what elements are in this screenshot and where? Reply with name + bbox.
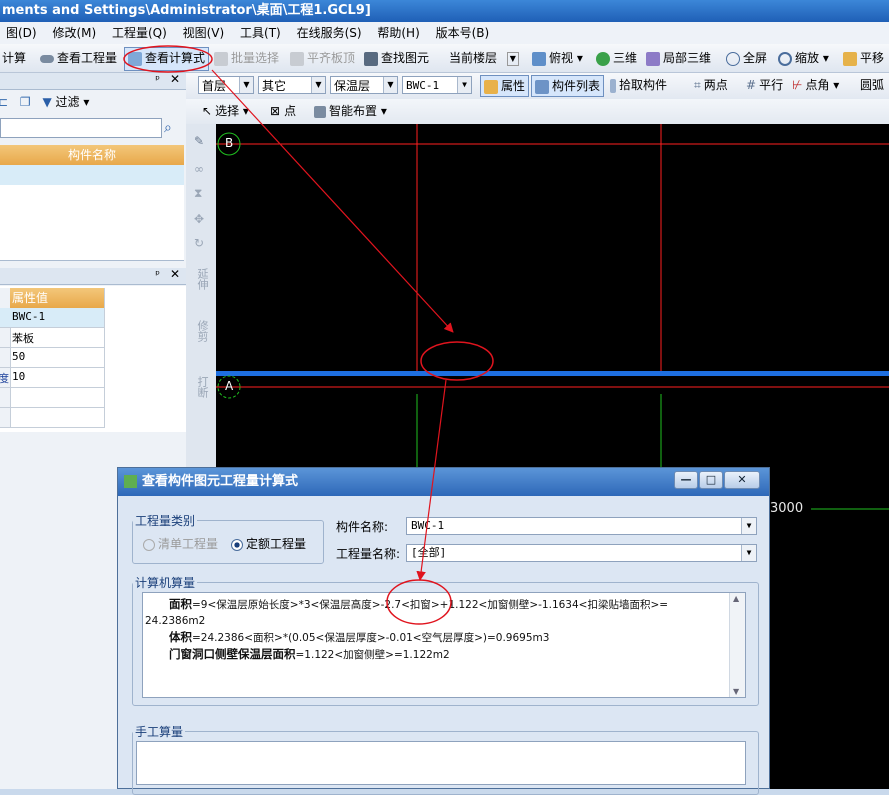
annotation-arrow-1 [211,69,454,333]
annotation-arrow-2 [416,379,447,581]
annotation-ellipse-canvas [420,341,494,381]
annotation-ellipse-formula [386,579,452,625]
annotation-overlay [123,45,494,625]
annotation-ellipse-toolbar [123,45,213,73]
